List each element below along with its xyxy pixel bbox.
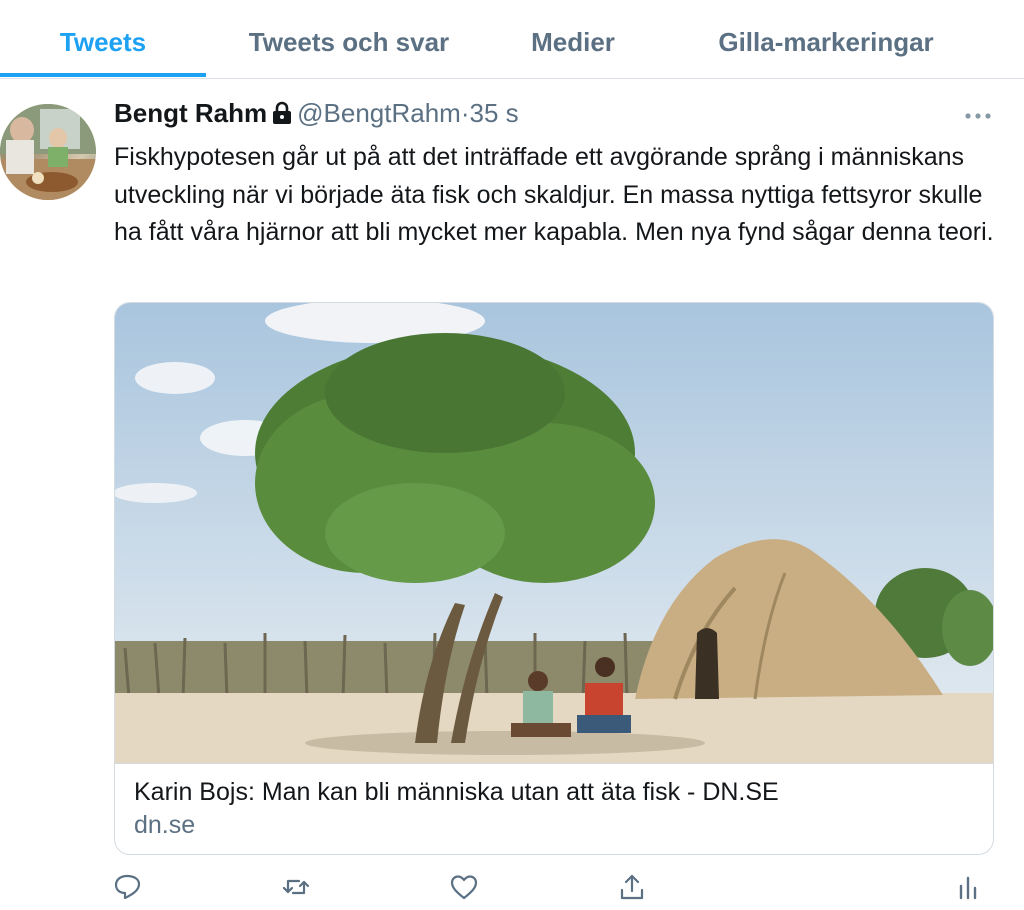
reply-icon[interactable] [113, 872, 143, 902]
card-domain: dn.se [134, 811, 196, 839]
like-icon[interactable] [449, 872, 479, 902]
share-icon[interactable] [617, 872, 647, 902]
tab-gilla-markeringar[interactable]: Gilla-markeringar [690, 0, 962, 78]
retweet-icon[interactable] [281, 872, 311, 902]
link-card[interactable]: Karin Bojs: Man kan bli människa utan at… [114, 302, 994, 855]
tweet-time[interactable]: 35 s [470, 98, 519, 128]
analytics-icon[interactable] [953, 872, 983, 902]
more-options-icon[interactable] [962, 104, 994, 124]
author-handle[interactable]: @BengtRahm [297, 98, 461, 128]
avatar[interactable] [0, 104, 96, 200]
card-image [115, 303, 993, 764]
profile-tabs: Tweets Tweets och svar Medier Gilla-mark… [0, 0, 1024, 79]
tweet-header: Bengt Rahm @BengtRahm·35 s [114, 98, 519, 134]
active-tab-indicator [0, 73, 206, 77]
tab-tweets-och-svar[interactable]: Tweets och svar [218, 0, 480, 78]
card-title[interactable]: Karin Bojs: Man kan bli människa utan at… [134, 778, 779, 807]
tab-tweets[interactable]: Tweets [0, 0, 206, 78]
avatar-photo [0, 104, 96, 200]
lock-icon [271, 101, 293, 132]
tab-medier[interactable]: Medier [510, 0, 636, 78]
tweet-text: Fiskhypotesen går ut på att det inträffa… [114, 143, 994, 246]
author-name[interactable]: Bengt Rahm [114, 98, 267, 128]
meta-separator: · [460, 98, 470, 128]
